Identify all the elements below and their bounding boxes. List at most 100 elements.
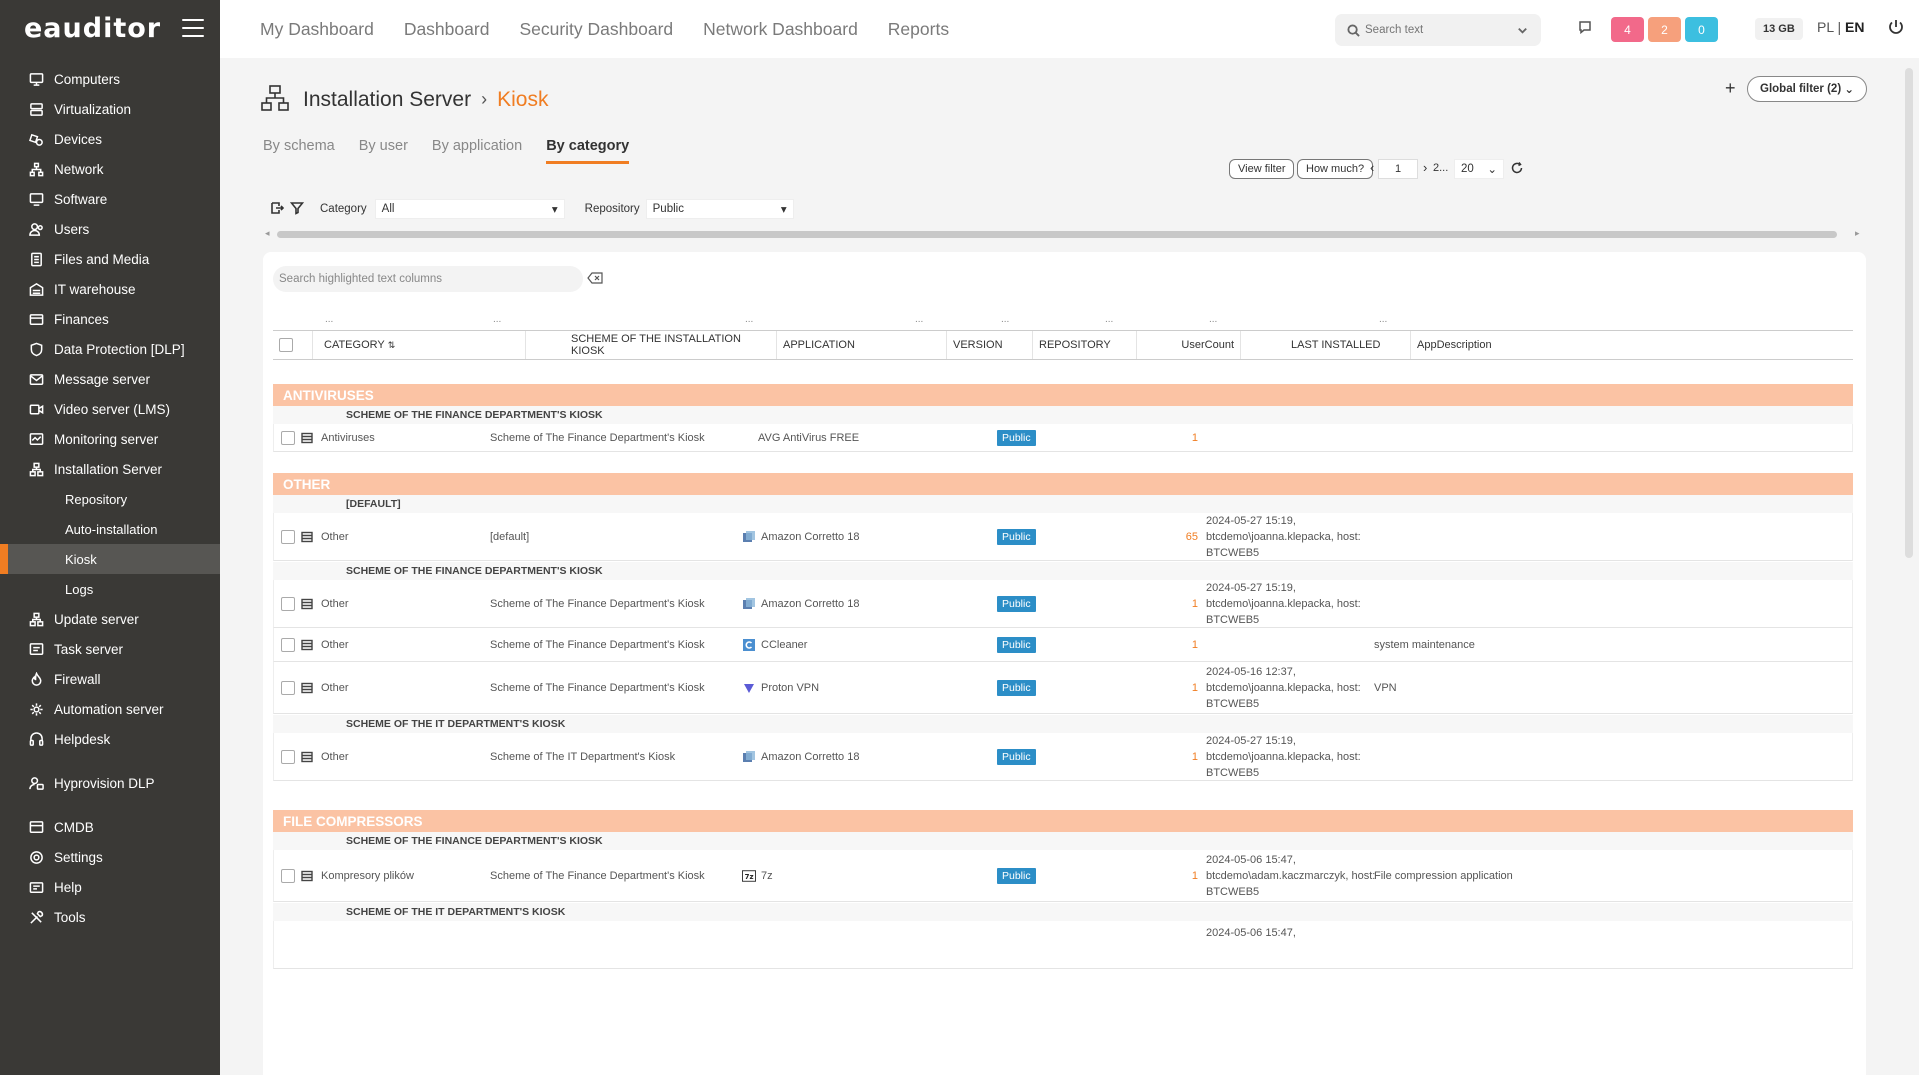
column-header-appdescription[interactable]: AppDescription bbox=[1411, 331, 1853, 359]
row-details-icon[interactable] bbox=[301, 628, 313, 661]
table-row[interactable]: Other Scheme of The Finance Department's… bbox=[273, 580, 1853, 628]
table-row[interactable]: Other Scheme of The Finance Department's… bbox=[273, 662, 1853, 714]
sidebar-item-hyprovision-dlp[interactable]: Hyprovision DLP bbox=[0, 768, 220, 798]
scroll-right-icon[interactable]: ▸ bbox=[1855, 228, 1860, 239]
page-next-icon[interactable]: › bbox=[1423, 160, 1427, 175]
menu-icon[interactable] bbox=[182, 19, 204, 37]
row-checkbox[interactable] bbox=[281, 749, 295, 764]
top-link-dashboard[interactable]: Dashboard bbox=[404, 19, 490, 40]
column-filter[interactable]: ... bbox=[493, 314, 501, 325]
table-row[interactable]: Antiviruses Scheme of The Finance Depart… bbox=[273, 424, 1853, 452]
sidebar-item-monitoring-server[interactable]: Monitoring server bbox=[0, 424, 220, 454]
sidebar-item-firewall[interactable]: Firewall bbox=[0, 664, 220, 694]
sidebar-item-kiosk[interactable]: Kiosk bbox=[0, 544, 220, 574]
sidebar-item-users[interactable]: Users bbox=[0, 214, 220, 244]
sidebar-item-files-and-media[interactable]: Files and Media bbox=[0, 244, 220, 274]
page-more[interactable]: 2... bbox=[1433, 162, 1448, 174]
row-checkbox[interactable] bbox=[281, 529, 295, 544]
column-header-version[interactable]: VERSION bbox=[947, 331, 1033, 359]
sidebar-item-devices[interactable]: Devices bbox=[0, 124, 220, 154]
alert-badge-red[interactable]: 4 bbox=[1611, 17, 1644, 42]
row-details-icon[interactable] bbox=[301, 424, 313, 451]
power-icon[interactable] bbox=[1887, 18, 1905, 36]
sidebar-item-virtualization[interactable]: Virtualization bbox=[0, 94, 220, 124]
sidebar-item-update-server[interactable]: Update server bbox=[0, 604, 220, 634]
top-link-my-dashboard[interactable]: My Dashboard bbox=[260, 19, 374, 40]
row-checkbox[interactable] bbox=[281, 430, 295, 445]
chevron-down-icon[interactable] bbox=[1516, 24, 1529, 37]
lang-en[interactable]: EN bbox=[1845, 19, 1864, 35]
clear-search-icon[interactable] bbox=[587, 272, 603, 284]
filter-icon[interactable] bbox=[289, 201, 305, 218]
global-filter-button[interactable]: Global filter (2) ⌄ bbox=[1747, 76, 1867, 102]
sidebar-item-task-server[interactable]: Task server bbox=[0, 634, 220, 664]
row-checkbox[interactable] bbox=[281, 637, 295, 652]
highlight-search-input[interactable]: Search highlighted text columns bbox=[273, 266, 583, 292]
category-select[interactable]: All ▾ bbox=[374, 199, 565, 219]
column-header-application[interactable]: APPLICATION bbox=[777, 331, 947, 359]
column-header-scheme[interactable]: SCHEME OF THE INSTALLATION KIOSK bbox=[526, 331, 777, 359]
export-icon[interactable] bbox=[270, 201, 285, 218]
message-icon[interactable] bbox=[1578, 20, 1592, 34]
page-size-select[interactable]: 20 ⌄ bbox=[1454, 159, 1504, 179]
sidebar-item-data-protection[interactable]: Data Protection [DLP] bbox=[0, 334, 220, 364]
column-header-last-installed[interactable]: LAST INSTALLED bbox=[1241, 331, 1411, 359]
alert-badge-orange[interactable]: 2 bbox=[1648, 17, 1681, 42]
sidebar-item-network[interactable]: Network bbox=[0, 154, 220, 184]
tab-by-application[interactable]: By application bbox=[432, 138, 522, 164]
column-filter[interactable]: ... bbox=[1379, 314, 1387, 325]
row-checkbox[interactable] bbox=[281, 680, 295, 695]
row-details-icon[interactable] bbox=[301, 513, 313, 560]
column-header-usercount[interactable]: UserCount bbox=[1137, 331, 1241, 359]
sidebar-item-video-server[interactable]: Video server (LMS) bbox=[0, 394, 220, 424]
sidebar-item-settings[interactable]: Settings bbox=[0, 842, 220, 872]
global-search[interactable] bbox=[1335, 14, 1541, 46]
table-row[interactable]: 2024-05-06 15:47, bbox=[273, 921, 1853, 969]
tab-by-user[interactable]: By user bbox=[359, 138, 408, 164]
page-prev-icon[interactable]: ‹ bbox=[1370, 160, 1374, 175]
row-details-icon[interactable] bbox=[301, 580, 313, 627]
column-filter[interactable]: ... bbox=[1105, 314, 1113, 325]
sidebar-item-tools[interactable]: Tools bbox=[0, 902, 220, 932]
sidebar-item-it-warehouse[interactable]: IT warehouse bbox=[0, 274, 220, 304]
column-filter[interactable]: ... bbox=[915, 314, 923, 325]
column-filter[interactable]: ... bbox=[325, 314, 333, 325]
row-checkbox[interactable] bbox=[281, 596, 295, 611]
add-filter-icon[interactable]: + bbox=[1725, 78, 1736, 99]
sidebar-item-helpdesk[interactable]: Helpdesk bbox=[0, 724, 220, 754]
sidebar-item-cmdb[interactable]: CMDB bbox=[0, 812, 220, 842]
sidebar-item-repository[interactable]: Repository bbox=[0, 484, 220, 514]
scroll-left-icon[interactable]: ◂ bbox=[265, 228, 270, 239]
tab-by-schema[interactable]: By schema bbox=[263, 138, 335, 164]
breadcrumb-installation-server[interactable]: Installation Server bbox=[303, 88, 471, 112]
row-details-icon[interactable] bbox=[301, 733, 313, 780]
column-filter[interactable]: ... bbox=[745, 314, 753, 325]
how-much-button[interactable]: How much? bbox=[1297, 159, 1374, 179]
page-input[interactable]: 1 bbox=[1378, 159, 1418, 179]
top-link-network-dashboard[interactable]: Network Dashboard bbox=[703, 19, 858, 40]
table-row[interactable]: Other [default] Amazon Corretto 18 Publi… bbox=[273, 513, 1853, 561]
sidebar-item-logs[interactable]: Logs bbox=[0, 574, 220, 604]
row-checkbox[interactable] bbox=[281, 868, 295, 883]
refresh-icon[interactable] bbox=[1510, 161, 1524, 175]
column-filter[interactable]: ... bbox=[1209, 314, 1217, 325]
alert-badge-blue[interactable]: 0 bbox=[1685, 17, 1718, 42]
sort-icon[interactable]: ⇅ bbox=[388, 340, 396, 351]
tab-by-category[interactable]: By category bbox=[546, 138, 630, 164]
table-row[interactable]: Other Scheme of The IT Department's Kios… bbox=[273, 733, 1853, 781]
scrollbar-thumb[interactable] bbox=[277, 231, 1837, 238]
search-input[interactable] bbox=[1365, 24, 1515, 36]
row-details-icon[interactable] bbox=[301, 662, 313, 713]
sidebar-item-computers[interactable]: Computers bbox=[0, 64, 220, 94]
sidebar-item-software[interactable]: Software bbox=[0, 184, 220, 214]
sidebar-item-help[interactable]: Help bbox=[0, 872, 220, 902]
row-details-icon[interactable] bbox=[301, 850, 313, 901]
table-row[interactable]: Other Scheme of The Finance Department's… bbox=[273, 628, 1853, 662]
top-link-security-dashboard[interactable]: Security Dashboard bbox=[519, 19, 673, 40]
column-header-repository[interactable]: REPOSITORY bbox=[1033, 331, 1137, 359]
sidebar-item-message-server[interactable]: Message server bbox=[0, 364, 220, 394]
sidebar-item-automation-server[interactable]: Automation server bbox=[0, 694, 220, 724]
lang-pl[interactable]: PL bbox=[1817, 19, 1834, 35]
view-filter-button[interactable]: View filter bbox=[1229, 159, 1295, 179]
select-all-checkbox[interactable] bbox=[279, 338, 293, 352]
